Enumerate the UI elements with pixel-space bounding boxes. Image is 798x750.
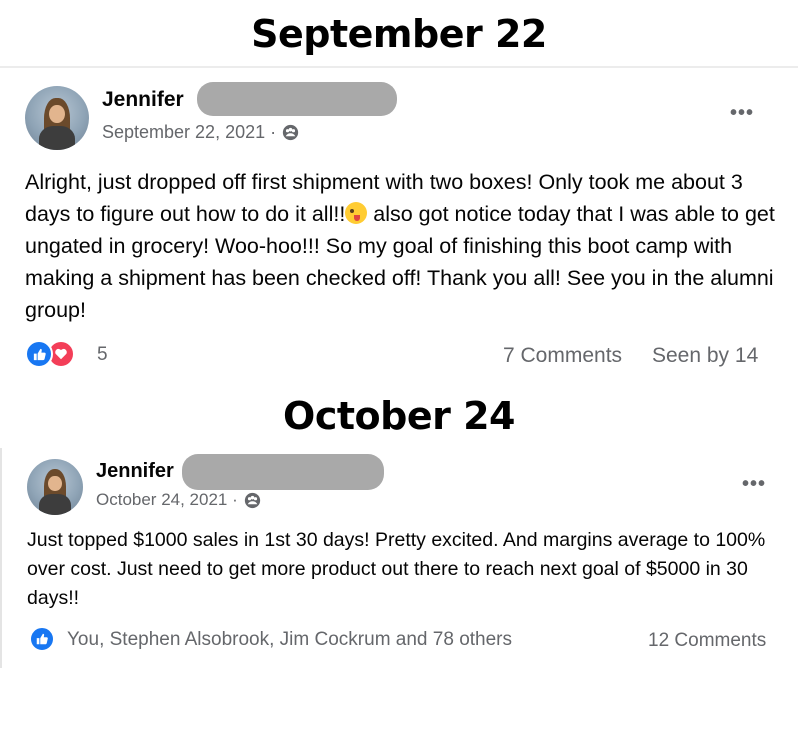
like-icon [25,340,53,368]
reaction-count[interactable]: 5 [97,344,108,366]
reactors-list[interactable]: You, Stephen Alsobrook, Jim Cockrum and … [67,629,512,651]
reaction-icons[interactable] [29,626,55,652]
post-card: Jennifer October 24, 2021 · ••• Just top… [0,448,798,668]
post-text: Alright, just dropped off first shipment… [25,166,785,326]
post-meta: October 24, 2021 · [96,490,261,510]
like-icon [29,626,55,652]
post-meta: September 22, 2021 · [102,122,299,143]
group-icon [244,492,260,508]
redacted-surname [197,82,397,116]
post-date[interactable]: September 22, 2021 · [102,122,276,143]
post-text: Just topped $1000 sales in 1st 30 days! … [27,529,766,609]
post-date[interactable]: October 24, 2021 · [96,490,238,510]
post-card: Jennifer September 22, 2021 · ••• Alrigh… [0,66,798,376]
winking-face-emoji-icon [345,202,368,224]
seen-by-count[interactable]: Seen by 14 [652,344,758,368]
more-options-icon[interactable]: ••• [742,473,766,496]
more-options-icon[interactable]: ••• [730,102,754,125]
author-name[interactable]: Jennifer [102,88,184,112]
comments-count[interactable]: 7 Comments [503,344,622,368]
section-heading-september: September 22 [251,12,547,56]
avatar[interactable] [27,459,83,515]
author-name[interactable]: Jennifer [96,460,174,483]
section-heading-october: October 24 [283,394,515,438]
reaction-icons[interactable] [25,340,75,368]
group-icon [282,124,299,141]
avatar[interactable] [25,86,89,150]
redacted-surname [182,454,384,490]
comments-count[interactable]: 12 Comments [648,630,766,652]
